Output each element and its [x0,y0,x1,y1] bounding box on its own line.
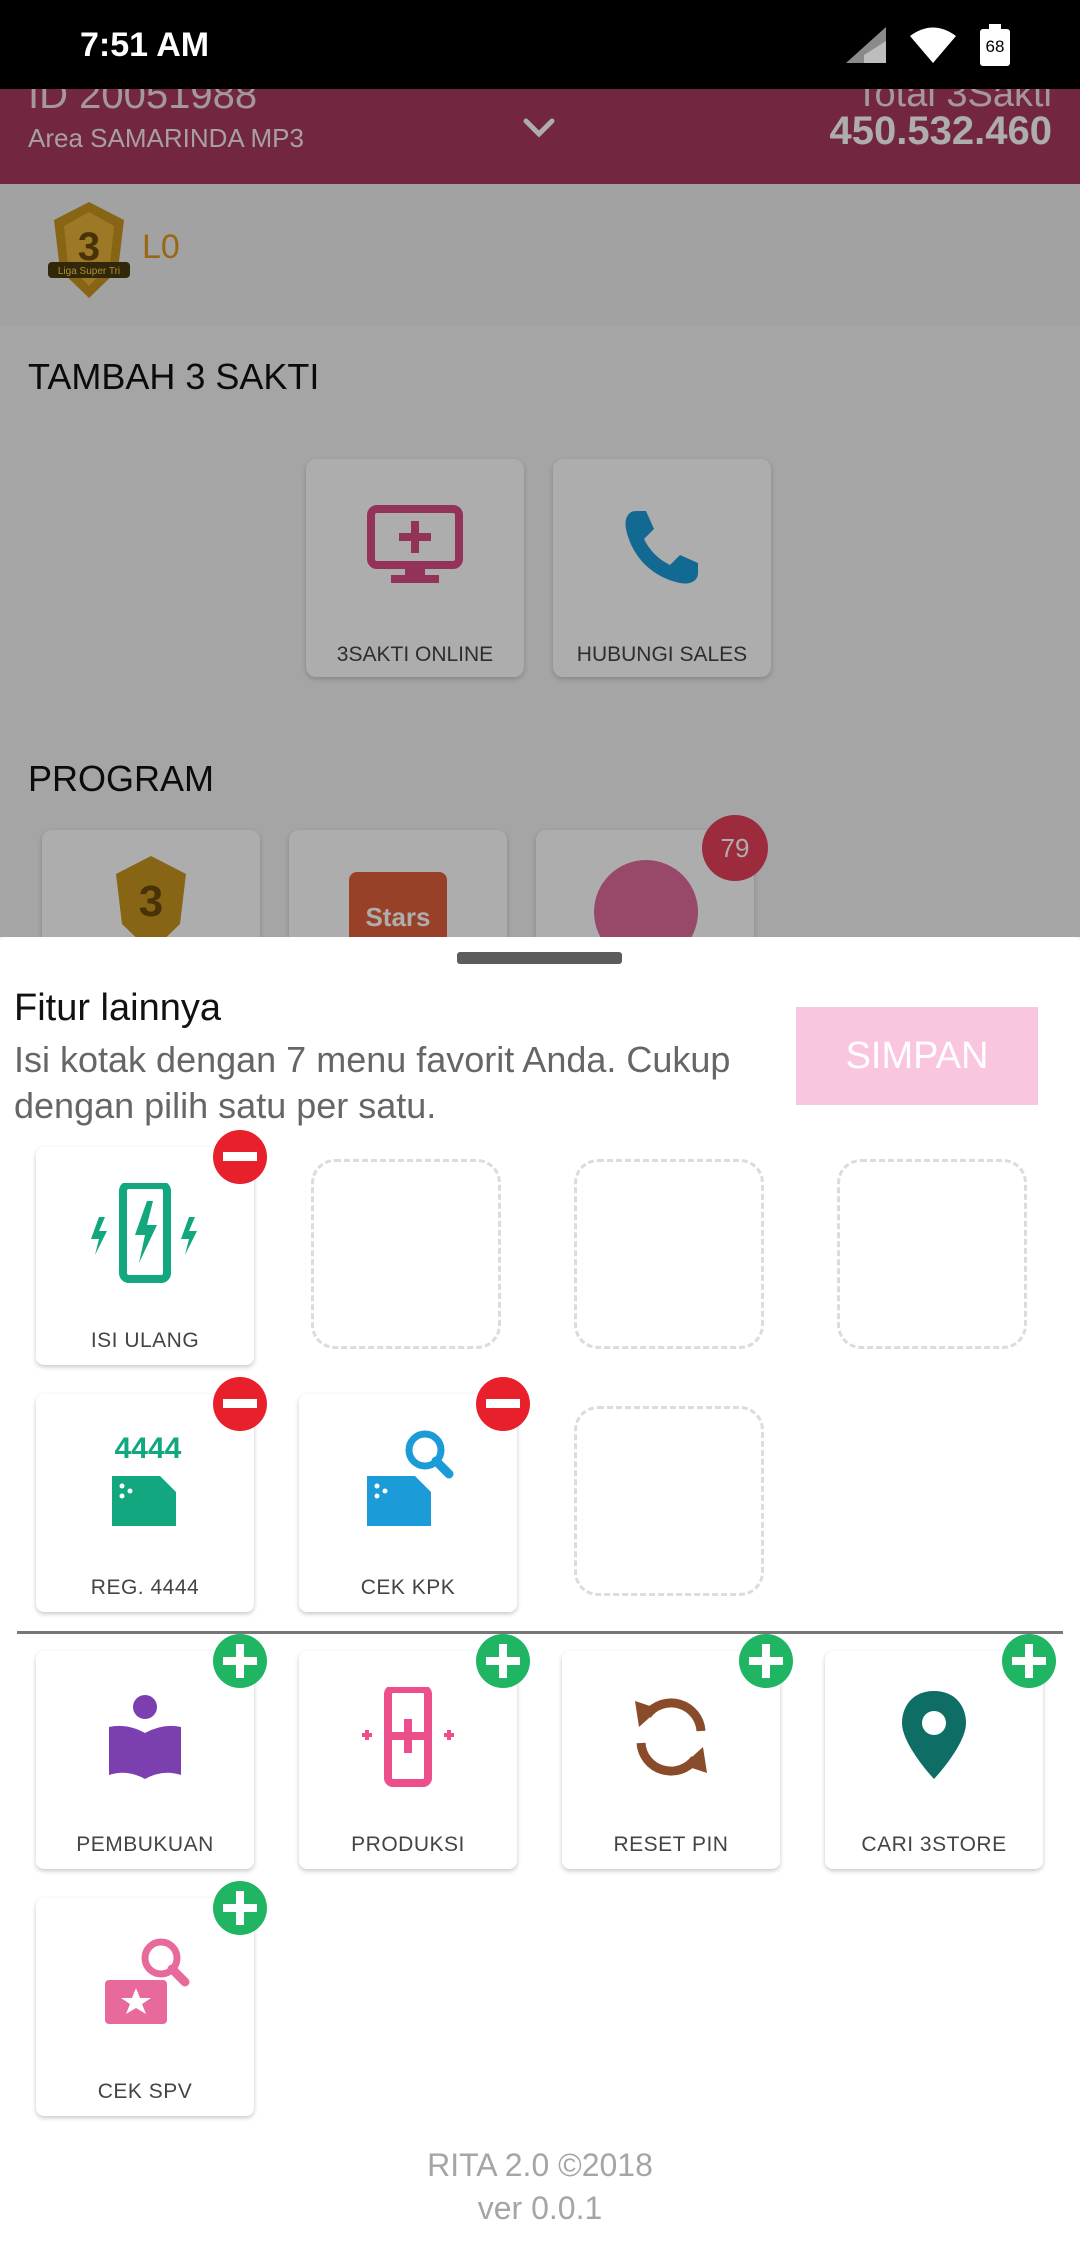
battery-icon: 68 [980,24,1010,71]
add-produksi-button[interactable] [476,1634,530,1688]
modal-overlay[interactable] [0,89,1080,937]
status-bar: 7:51 AM 68 [0,0,1080,89]
save-button[interactable]: SIMPAN [796,1007,1038,1105]
book-person-icon [36,1687,254,1787]
sheet-subtitle: Isi kotak dengan 7 menu favorit Anda. Cu… [14,1039,731,1126]
remove-reg-4444-button[interactable] [213,1377,267,1431]
empty-slot [311,1159,501,1349]
tile-label: REG. 4444 [90,1576,200,1599]
section-divider [17,1631,1063,1634]
feature-tile-pembukuan[interactable]: PEMBUKUAN [36,1651,254,1869]
drag-handle[interactable] [457,952,622,964]
tile-label: CEK SPV [97,2080,193,2103]
tile-label: PEMBUKUAN [76,1833,214,1856]
bottom-sheet: Fitur lainnya Isi kotak dengan 7 menu fa… [0,937,1080,2246]
tile-label: RESET PIN [613,1833,729,1856]
favorite-tile-cek-kpk[interactable]: CEK KPK [299,1394,517,1612]
map-pin-icon [825,1687,1043,1787]
empty-slot [574,1406,764,1596]
empty-slot [574,1159,764,1349]
tile-label: CEK KPK [360,1576,456,1599]
sim-search-icon [299,1430,517,1530]
add-reset-pin-button[interactable] [739,1634,793,1688]
app-copyright: RITA 2.0 ©2018 [427,2147,653,2183]
add-cari-3store-button[interactable] [1002,1634,1056,1688]
refresh-icon [562,1687,780,1787]
remove-cek-kpk-button[interactable] [476,1377,530,1431]
app-version: ver 0.0.1 [477,2190,603,2226]
add-cek-spv-button[interactable] [213,1881,267,1935]
favorite-tile-reg-4444[interactable]: 4444 REG. 4444 [36,1394,254,1612]
feature-tile-reset-pin[interactable]: RESET PIN [562,1651,780,1869]
battery-level: 68 [985,37,1005,56]
phone-add-icon [299,1687,517,1787]
sim-4444-icon: 4444 [36,1430,254,1530]
sheet-title: Fitur lainnya [14,987,221,1029]
voucher-search-icon [36,1934,254,2034]
status-time: 7:51 AM [80,26,210,64]
tile-label: PRODUKSI [351,1833,465,1856]
remove-isi-ulang-button[interactable] [213,1130,267,1184]
feature-tile-cari-3store[interactable]: CARI 3STORE [825,1651,1043,1869]
icon-text: 4444 [115,1432,182,1465]
favorite-tile-isi-ulang[interactable]: ISI ULANG [36,1147,254,1365]
tile-label: CARI 3STORE [861,1833,1007,1856]
empty-slot [837,1159,1027,1349]
wifi-icon [910,27,956,68]
status-icons: 68 [846,24,1010,71]
feature-tile-cek-spv[interactable]: CEK SPV [36,1898,254,2116]
signal-icon [846,27,886,68]
add-pembukuan-button[interactable] [213,1634,267,1688]
tile-label: ISI ULANG [90,1329,200,1352]
feature-tile-produksi[interactable]: PRODUKSI [299,1651,517,1869]
phone-charge-icon [36,1183,254,1283]
